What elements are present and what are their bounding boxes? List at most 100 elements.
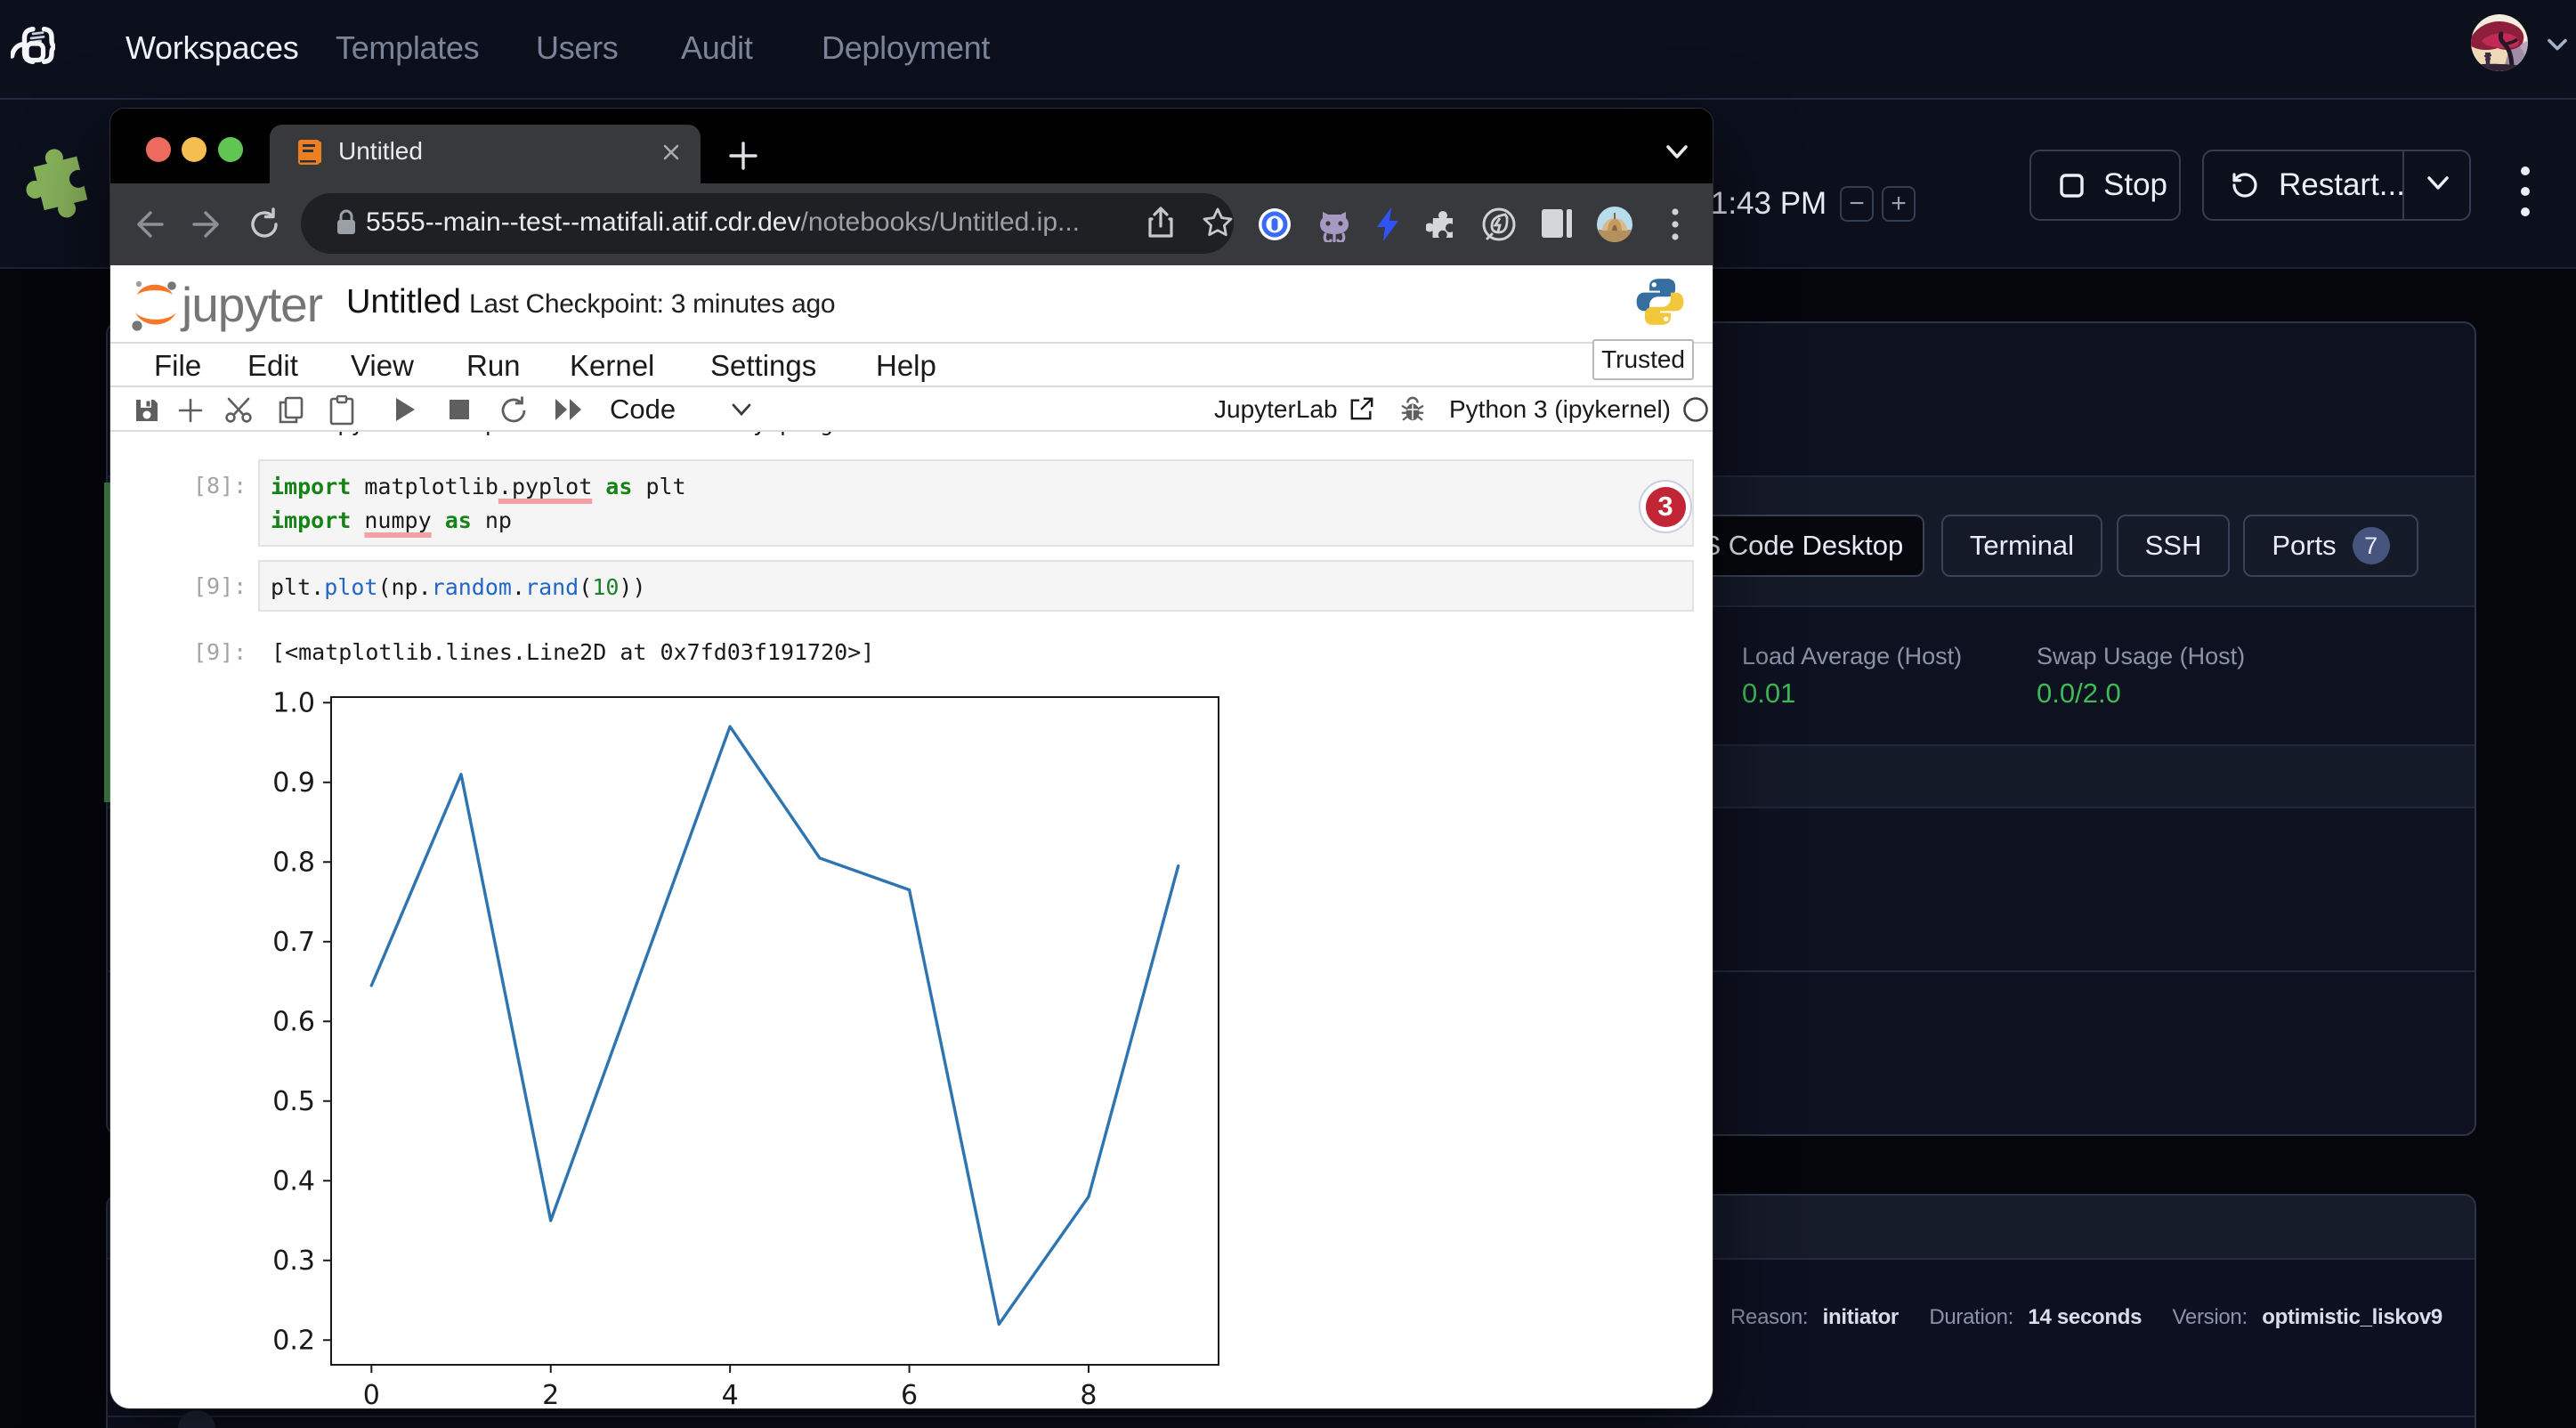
password-manager-icon[interactable] <box>1258 207 1292 241</box>
avatar-dropdown-icon[interactable] <box>2546 37 2569 53</box>
url-bar[interactable]: 5555--main--test--matifali.atif.cdr.dev/… <box>301 193 1234 254</box>
notification-badge[interactable]: 3 <box>1639 480 1692 533</box>
workspace-menu-kebab-icon[interactable] <box>2515 162 2535 224</box>
macos-close-button[interactable] <box>146 137 171 162</box>
input-prompt: [8]: <box>193 469 247 503</box>
nav-item-deployment[interactable]: Deployment <box>822 29 990 67</box>
stat-value: 0.0/2.0 <box>2037 677 2245 710</box>
nav-item-workspaces[interactable]: Workspaces <box>126 29 298 67</box>
add-cell-icon[interactable] <box>178 398 203 423</box>
screen: Workspaces Templates Users Audit Deployment <box>0 0 2576 1428</box>
user-avatar[interactable] <box>2471 14 2528 71</box>
browser-window: Untitled <box>110 109 1713 1408</box>
jupyter-menu-settings[interactable]: Settings <box>710 349 816 383</box>
browser-tabstrip: Untitled <box>110 109 1713 183</box>
jupyter-menu-file[interactable]: File <box>154 349 201 383</box>
github-icon[interactable] <box>1316 207 1352 242</box>
jupyter-menu-kernel[interactable]: Kernel <box>570 349 654 383</box>
leaf-energy-icon[interactable] <box>1481 207 1517 242</box>
restart-dropdown-icon[interactable] <box>2425 174 2451 194</box>
debugger-bug-icon[interactable] <box>1399 396 1426 423</box>
output-prompt: [9]: <box>193 636 247 669</box>
coder-logo-icon[interactable] <box>11 27 55 64</box>
trusted-button[interactable]: Trusted <box>1592 339 1694 380</box>
jupyter-menubar: File Edit View Run Kernel Settings Help <box>110 344 1713 387</box>
jupyter-menu-view[interactable]: View <box>351 349 414 383</box>
nav-item-users[interactable]: Users <box>536 29 619 67</box>
run-icon[interactable] <box>393 396 417 423</box>
code-cell-source[interactable]: plt.plot(np.random.rand(10)) <box>271 571 646 604</box>
svg-text:4: 4 <box>722 1380 739 1408</box>
svg-text:0.2: 0.2 <box>272 1325 315 1356</box>
interrupt-kernel-icon[interactable] <box>449 399 470 420</box>
tab-close-icon[interactable] <box>661 142 681 162</box>
green-status-bar <box>104 483 110 802</box>
macos-zoom-button[interactable] <box>218 137 243 162</box>
schedule-plus-button[interactable]: + <box>1882 186 1916 222</box>
svg-text:1.0: 1.0 <box>272 687 315 718</box>
browser-menu-kebab-icon[interactable] <box>1670 207 1681 242</box>
clipped-code-line: py p y p g <box>271 432 833 441</box>
code-cell[interactable]: import matplotlib.pyplot as plt import n… <box>258 459 1694 547</box>
cell-type-select[interactable]: Code <box>610 394 676 426</box>
forward-icon[interactable] <box>190 208 224 240</box>
profile-avatar[interactable] <box>1597 207 1632 242</box>
ports-count-badge: 7 <box>2353 527 2390 564</box>
cell-type-chevron-icon[interactable] <box>730 402 753 418</box>
svg-text:6: 6 <box>901 1380 918 1408</box>
app-button-ports[interactable]: Ports7 <box>2243 515 2418 577</box>
reason-label: Reason: <box>1730 1305 1808 1329</box>
svg-text:0: 0 <box>363 1380 380 1408</box>
nav-item-audit[interactable]: Audit <box>681 29 753 67</box>
paste-icon[interactable] <box>329 395 354 426</box>
bookmark-star-icon[interactable] <box>1202 207 1234 239</box>
input-prompt: [9]: <box>193 570 247 604</box>
svg-text:0.7: 0.7 <box>272 927 315 958</box>
stat-label: Swap Usage (Host) <box>2037 643 2245 670</box>
extensions-puzzle-icon[interactable] <box>1426 207 1460 241</box>
tab-search-chevron-icon[interactable] <box>1663 142 1691 164</box>
restart-dropdown-divider <box>2402 151 2404 219</box>
url-text[interactable]: 5555--main--test--matifali.atif.cdr.dev/… <box>366 207 1080 238</box>
jupyter-logo-text[interactable]: jupyter <box>182 276 322 333</box>
kernel-name[interactable]: Python 3 (ipykernel) <box>1449 395 1671 424</box>
app-button-terminal[interactable]: Terminal <box>1941 515 2102 577</box>
back-icon[interactable] <box>132 208 166 240</box>
app-button-ssh[interactable]: SSH <box>2117 515 2230 577</box>
reload-icon[interactable] <box>247 207 281 241</box>
jupyter-menu-edit[interactable]: Edit <box>247 349 298 383</box>
jupyter-menu-help[interactable]: Help <box>876 349 936 383</box>
jupyter-logo-icon[interactable] <box>132 273 178 336</box>
lock-icon <box>335 209 358 236</box>
lightning-extension-icon[interactable] <box>1373 206 1403 243</box>
code-cell-source[interactable]: import matplotlib.pyplot as plt import n… <box>271 470 686 538</box>
code-cell[interactable]: plt.plot(np.random.rand(10)) <box>258 560 1694 612</box>
schedule-minus-button[interactable]: − <box>1840 186 1874 222</box>
macos-minimize-button[interactable] <box>182 137 207 162</box>
copy-icon[interactable] <box>278 396 304 425</box>
nav-item-templates[interactable]: Templates <box>336 29 479 67</box>
jupyterlab-link[interactable]: JupyterLab <box>1214 395 1338 424</box>
restart-kernel-icon[interactable] <box>498 395 529 426</box>
output-text: [<matplotlib.lines.Line2D at 0x7fd03f191… <box>271 636 874 669</box>
browser-tab[interactable]: Untitled <box>270 125 701 183</box>
save-icon[interactable] <box>134 397 160 424</box>
browser-toolbar: 5555--main--test--matifali.atif.cdr.dev/… <box>110 183 1713 265</box>
svg-text:0.8: 0.8 <box>272 847 315 878</box>
coder-navbar: Workspaces Templates Users Audit Deployment <box>0 0 2576 100</box>
jupyter-menu-run[interactable]: Run <box>466 349 521 383</box>
build-avatar <box>178 1410 215 1428</box>
notebook-title[interactable]: Untitled <box>346 283 461 321</box>
version-label: Version: <box>2173 1305 2248 1329</box>
sidebar-extension-icon[interactable] <box>1541 208 1573 239</box>
tab-title: Untitled <box>338 137 423 166</box>
cut-icon[interactable] <box>224 397 255 424</box>
stop-button[interactable]: Stop <box>2029 150 2181 221</box>
build-meta-row: Reason: initiator Duration: 14 seconds V… <box>1730 1305 2442 1330</box>
notebook-scroll-area[interactable]: py p y p g [8]: import matplotlib.pyplot … <box>110 432 1713 1408</box>
stat-load-average-host-: Load Average (Host)0.01 <box>1742 643 1962 710</box>
restart-run-all-icon[interactable] <box>554 397 586 422</box>
new-tab-icon[interactable] <box>728 141 758 171</box>
share-icon[interactable] <box>1146 206 1175 239</box>
external-link-icon[interactable] <box>1349 396 1374 421</box>
